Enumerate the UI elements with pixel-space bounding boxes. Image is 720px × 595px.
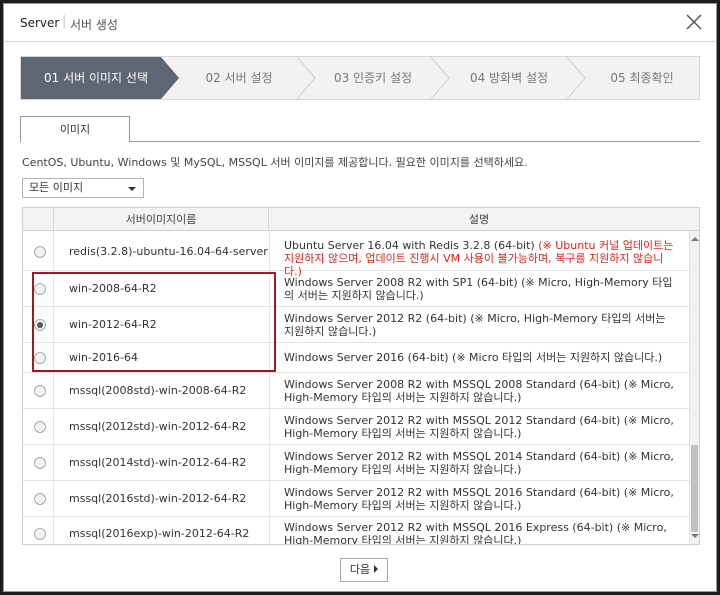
row-image-name: win-2012-64-R2 <box>69 318 157 331</box>
step-4: 04 방화벽 설정 <box>469 71 549 85</box>
row-radio[interactable] <box>34 421 46 433</box>
row-description: Windows Server 2016 (64-bit) (※ Micro 타입… <box>284 351 663 364</box>
image-filter-select[interactable]: 모든 이미지 <box>22 178 144 198</box>
next-button-label: 다음 <box>349 563 371 576</box>
row-image-name: mssql(2008std)-win-2008-64-R2 <box>69 384 247 397</box>
row-radio[interactable] <box>34 457 46 469</box>
image-description: CentOS, Ubuntu, Windows 및 MySQL, MSSQL 서… <box>22 156 528 169</box>
row-image-name: mssql(2016exp)-win-2012-64-R2 <box>69 527 250 540</box>
scrollbar-thumb[interactable] <box>691 445 698 532</box>
header-description: 설명 <box>468 213 490 226</box>
row-radio[interactable] <box>34 352 46 364</box>
chevron-down-icon <box>128 187 136 191</box>
row-description-text: Ubuntu Server 16.04 with Redis 3.2.8 (64… <box>284 239 539 252</box>
server-create-dialog: Server | 서버 생성 01 서버 이미지 선택 02 서버 설정 03 … <box>3 3 717 592</box>
row-description: Windows Server 2012 R2 with MSSQL 2012 S… <box>284 414 674 440</box>
dialog-titlebar: Server | 서버 생성 <box>4 4 716 42</box>
image-filter-value: 모든 이미지 <box>29 181 84 194</box>
row-description: Windows Server 2008 R2 with SP1 (64-bit)… <box>284 276 673 302</box>
row-description: Windows Server 2012 R2 with MSSQL 2016 S… <box>284 486 674 512</box>
table-row[interactable]: win-2012-64-R2 Windows Server 2012 R2 (6… <box>23 307 689 343</box>
row-image-name: mssql(2012std)-win-2012-64-R2 <box>69 420 247 433</box>
server-image-table: 서버이미지이름 설명 redis(3.2.8)-ubuntu-16.04-64-… <box>22 207 700 545</box>
row-radio[interactable] <box>34 493 46 505</box>
scroll-up-icon[interactable] <box>691 237 699 241</box>
table-row[interactable]: mssql(2008std)-win-2008-64-R2 Windows Se… <box>23 373 689 409</box>
step-3-arrow-divider <box>430 57 450 99</box>
step-5: 05 최종확인 <box>610 71 674 85</box>
row-description: Windows Server 2012 R2 with MSSQL 2014 S… <box>284 450 674 476</box>
table-header: 서버이미지이름 설명 <box>23 208 699 231</box>
table-row[interactable]: win-2016-64 Windows Server 2016 (64-bit)… <box>23 343 689 373</box>
window-title: Server <box>20 16 60 30</box>
row-radio[interactable] <box>34 385 46 397</box>
row-radio[interactable] <box>34 528 46 540</box>
table-row[interactable]: mssql(2012std)-win-2012-64-R2 Windows Se… <box>23 409 689 445</box>
table-scrollbar[interactable] <box>689 231 699 544</box>
close-icon[interactable] <box>684 12 704 32</box>
row-radio[interactable] <box>34 246 46 258</box>
row-description: Windows Server 2012 R2 with MSSQL 2016 E… <box>284 521 667 545</box>
table-row[interactable]: mssql(2016exp)-win-2012-64-R2 Windows Se… <box>23 517 689 545</box>
row-description: Windows Server 2012 R2 (64-bit) (※ Micro… <box>284 312 666 338</box>
table-row[interactable]: redis(3.2.8)-ubuntu-16.04-64-server Ubun… <box>23 231 689 278</box>
window-subtitle: 서버 생성 <box>70 18 118 32</box>
tab-bar: 이미지 <box>20 116 700 143</box>
wizard-steps: 01 서버 이미지 선택 02 서버 설정 03 인증키 설정 04 방화벽 설… <box>20 56 700 100</box>
step-3: 03 인증키 설정 <box>333 71 413 85</box>
row-image-name: mssql(2016std)-win-2012-64-R2 <box>69 492 247 505</box>
table-row[interactable]: mssql(2014std)-win-2012-64-R2 Windows Se… <box>23 445 689 481</box>
row-image-name: win-2016-64 <box>69 351 138 364</box>
table-row[interactable]: mssql(2016std)-win-2012-64-R2 Windows Se… <box>23 481 689 517</box>
step-1: 01 서버 이미지 선택 <box>44 71 148 85</box>
chevron-right-icon <box>374 565 379 573</box>
next-button[interactable]: 다음 <box>340 558 388 582</box>
step-2: 02 서버 설정 <box>205 71 273 85</box>
row-description: Windows Server 2008 R2 with MSSQL 2008 S… <box>284 378 674 404</box>
scroll-down-icon[interactable] <box>691 534 699 538</box>
title-separator: | <box>62 14 67 29</box>
row-image-name: mssql(2014std)-win-2012-64-R2 <box>69 456 247 469</box>
row-image-name: redis(3.2.8)-ubuntu-16.04-64-server <box>69 245 268 258</box>
table-row[interactable]: win-2008-64-R2 Windows Server 2008 R2 wi… <box>23 271 689 307</box>
row-radio[interactable] <box>34 283 46 295</box>
tab-image[interactable]: 이미지 <box>20 116 130 143</box>
header-image-name: 서버이미지이름 <box>53 208 269 231</box>
row-radio-selected[interactable] <box>34 319 46 331</box>
row-image-name: win-2008-64-R2 <box>69 282 157 295</box>
